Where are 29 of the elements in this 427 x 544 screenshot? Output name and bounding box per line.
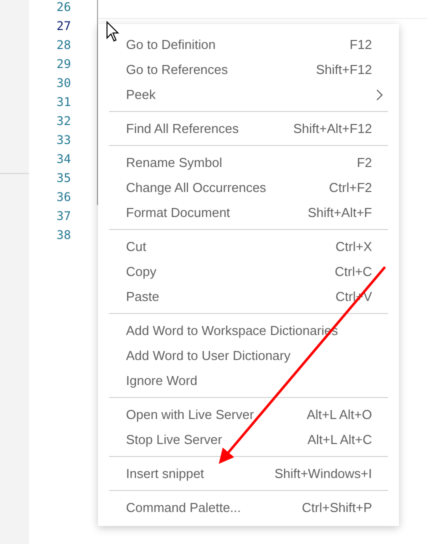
menu-item[interactable]: Copy Ctrl+C — [98, 259, 399, 284]
menu-item[interactable]: Add Word to User Dictionary — [98, 343, 399, 368]
menu-item[interactable]: Open with Live Server Alt+L Alt+O — [98, 402, 399, 427]
line-number: 34 — [56, 152, 72, 168]
menu-item[interactable]: Peek — [98, 82, 399, 107]
line-number: 33 — [56, 133, 72, 149]
chevron-right-icon — [376, 88, 384, 100]
line-number: 32 — [56, 114, 72, 130]
line-number: 26 — [56, 0, 72, 16]
menu-item[interactable]: Insert snippet Shift+Windows+I — [98, 461, 399, 486]
line-number: 38 — [56, 228, 72, 244]
menu-item[interactable]: Rename Symbol F2 — [98, 150, 399, 175]
menu-item[interactable]: Go to Definition F12 — [98, 32, 399, 57]
line-number: 36 — [56, 190, 72, 206]
line-number: 31 — [56, 95, 72, 111]
line-number: 35 — [56, 171, 72, 187]
line-number: 27 — [56, 19, 72, 35]
menu-item[interactable]: Go to References Shift+F12 — [98, 57, 399, 82]
line-number: 37 — [56, 209, 72, 225]
menu-item[interactable]: Change All Occurrences Ctrl+F2 — [98, 175, 399, 200]
line-number: 29 — [56, 57, 72, 73]
menu-item[interactable]: Stop Live Server Alt+L Alt+C — [98, 427, 399, 452]
menu-item[interactable]: Ignore Word — [98, 368, 399, 393]
menu-item[interactable]: Cut Ctrl+X — [98, 234, 399, 259]
menu-item[interactable]: Find All References Shift+Alt+F12 — [98, 116, 399, 141]
line-number: 30 — [56, 76, 72, 92]
menu-item[interactable]: Format Document Shift+Alt+F — [98, 200, 399, 225]
line-number: 28 — [56, 38, 72, 54]
menu-item[interactable]: Command Palette... Ctrl+Shift+P — [98, 495, 399, 520]
